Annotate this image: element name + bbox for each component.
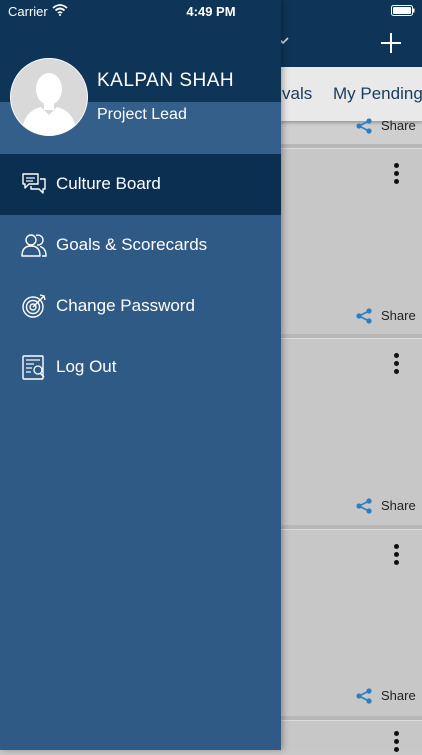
status-bar: Carrier 4:49 PM bbox=[0, 0, 422, 24]
post-card[interactable] bbox=[281, 148, 422, 334]
post-card[interactable] bbox=[281, 338, 422, 525]
users-icon bbox=[21, 234, 47, 257]
avatar[interactable] bbox=[10, 58, 88, 136]
battery-icon bbox=[391, 5, 415, 16]
menu-item-label: Change Password bbox=[56, 296, 195, 315]
share-label: Share bbox=[381, 688, 416, 703]
target-icon bbox=[22, 294, 46, 318]
tab-approvals[interactable]: vals bbox=[282, 84, 312, 104]
share-icon bbox=[356, 498, 372, 514]
more-options-icon[interactable] bbox=[394, 353, 400, 377]
more-options-icon[interactable] bbox=[394, 731, 400, 755]
more-options-icon[interactable] bbox=[394, 544, 400, 568]
tab-my-pending[interactable]: My Pending bbox=[333, 84, 422, 104]
navigation-drawer: KALPAN SHAH Project Lead Culture Board G… bbox=[0, 0, 281, 750]
user-role: Project Lead bbox=[97, 106, 187, 123]
menu-item-label: Log Out bbox=[56, 357, 117, 376]
chat-bubbles-icon bbox=[22, 173, 46, 194]
more-options-icon[interactable] bbox=[394, 163, 400, 187]
logout-icon bbox=[22, 355, 45, 380]
share-icon bbox=[356, 118, 372, 134]
menu-item-goals-scorecards[interactable]: Goals & Scorecards bbox=[0, 215, 281, 276]
menu-item-label: Goals & Scorecards bbox=[56, 235, 208, 254]
share-icon bbox=[356, 308, 372, 324]
menu-item-culture-board[interactable]: Culture Board bbox=[0, 154, 281, 215]
share-label: Share bbox=[381, 308, 416, 323]
menu-item-change-password[interactable]: Change Password bbox=[0, 276, 281, 337]
clock-label: 4:49 PM bbox=[186, 4, 236, 19]
menu-item-log-out[interactable]: Log Out bbox=[0, 337, 281, 398]
share-label: Share bbox=[381, 118, 416, 133]
share-icon bbox=[356, 688, 372, 704]
share-label: Share bbox=[381, 498, 416, 513]
add-icon[interactable] bbox=[378, 30, 404, 56]
user-name: KALPAN SHAH bbox=[97, 70, 235, 91]
post-card[interactable] bbox=[281, 720, 422, 752]
menu-item-label: Culture Board bbox=[56, 174, 161, 193]
user-silhouette-icon bbox=[11, 59, 87, 135]
